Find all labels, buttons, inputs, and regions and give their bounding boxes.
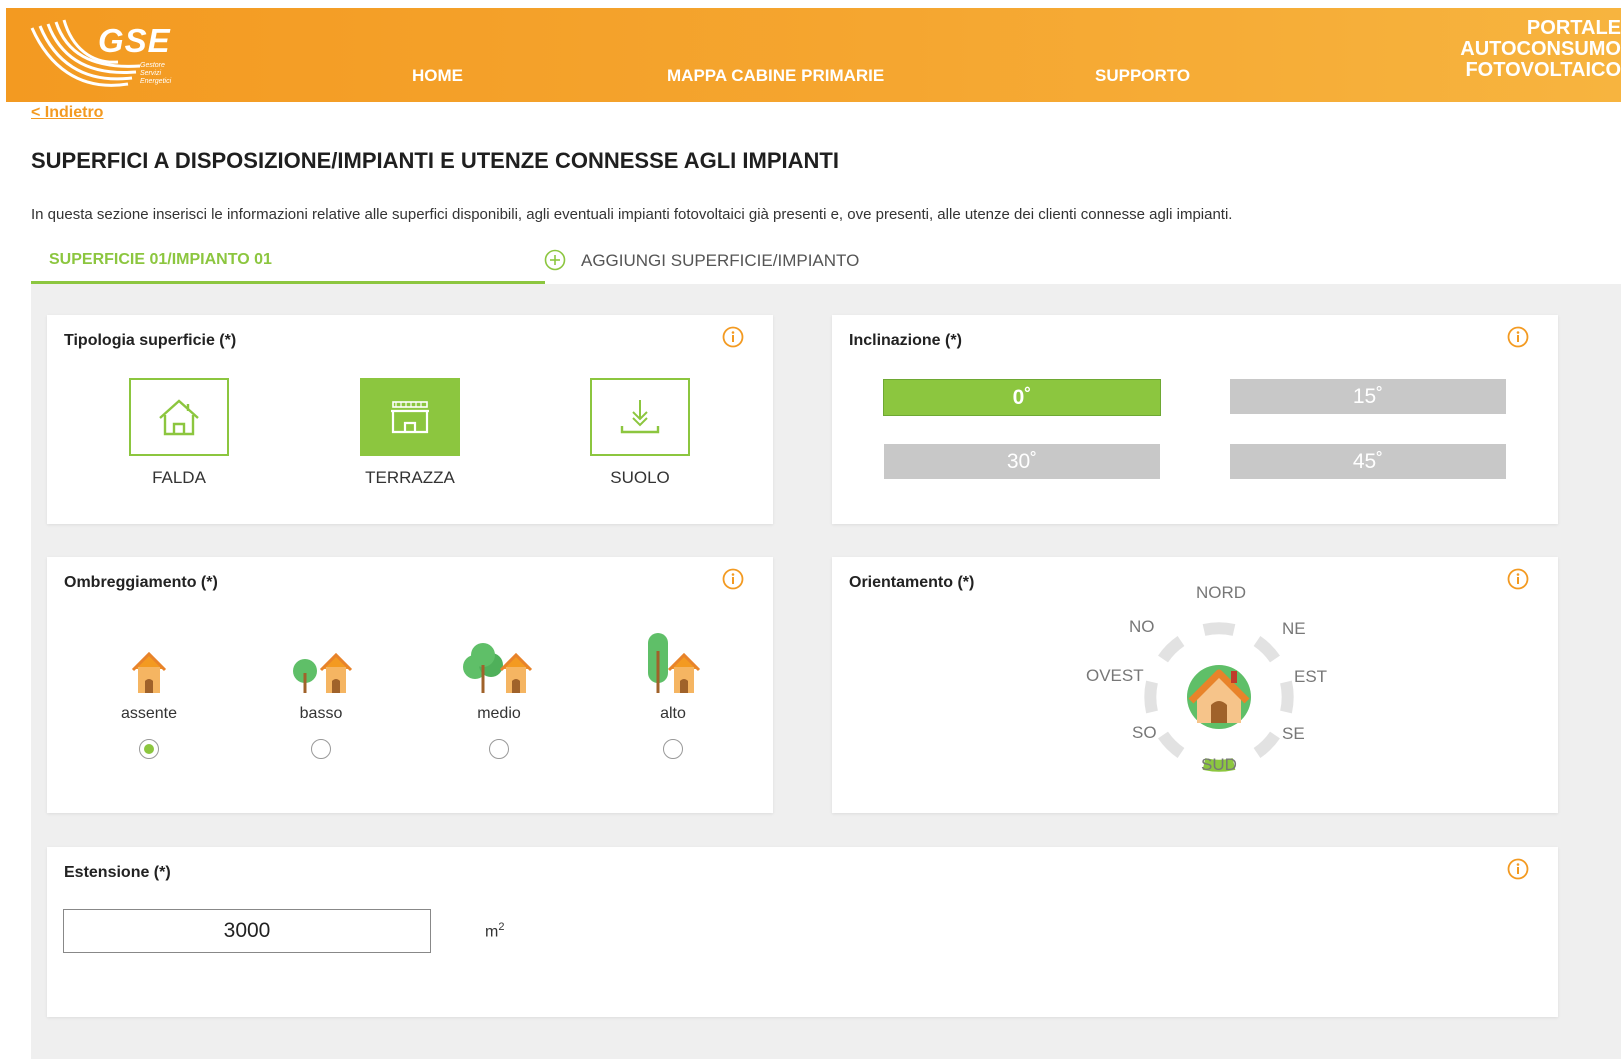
ground-download-icon bbox=[620, 400, 660, 434]
orient-se[interactable]: SE bbox=[1282, 724, 1305, 744]
gse-logo[interactable]: GSE Gestore Servizi Energetici bbox=[28, 14, 178, 96]
segment-no[interactable] bbox=[1158, 636, 1185, 663]
nav-mappa-cabine-primarie[interactable]: MAPPA CABINE PRIMARIE bbox=[667, 66, 884, 86]
info-icon[interactable] bbox=[1507, 858, 1529, 880]
tipologia-title: Tipologia superficie (*) bbox=[64, 332, 237, 349]
back-link[interactable]: < Indietro bbox=[31, 104, 103, 122]
form-content-area: Tipologia superficie (*) FALDA TERRAZZA … bbox=[31, 284, 1621, 1059]
alto-radio[interactable] bbox=[663, 739, 683, 759]
tall-tree-house-icon bbox=[648, 633, 701, 693]
house-roof-icon bbox=[159, 399, 199, 436]
suolo-box bbox=[590, 378, 690, 456]
assente-label: assente bbox=[120, 705, 178, 722]
segment-se[interactable] bbox=[1253, 731, 1280, 758]
nav-supporto[interactable]: SUPPORTO bbox=[1095, 66, 1190, 86]
tipologia-option-terrazza[interactable]: TERRAZZA bbox=[360, 378, 460, 488]
tipologia-option-falda[interactable]: FALDA bbox=[129, 378, 229, 488]
inclinazione-title: Inclinazione (*) bbox=[849, 332, 962, 349]
inclinazione-45[interactable]: 45˚ bbox=[1230, 444, 1506, 479]
inclinazione-card: Inclinazione (*) 0˚ 15˚ 30˚ 45˚ bbox=[832, 315, 1558, 524]
orient-no[interactable]: NO bbox=[1129, 617, 1155, 637]
falda-box bbox=[129, 378, 229, 456]
orient-est[interactable]: EST bbox=[1294, 667, 1327, 687]
terrazza-label: TERRAZZA bbox=[365, 468, 455, 487]
tipologia-card: Tipologia superficie (*) FALDA TERRAZZA … bbox=[47, 315, 773, 524]
orient-nord[interactable]: NORD bbox=[1196, 583, 1246, 603]
inclinazione-15[interactable]: 15˚ bbox=[1230, 379, 1506, 414]
ombreggiamento-option-basso[interactable]: basso bbox=[261, 631, 381, 759]
info-icon[interactable] bbox=[722, 568, 744, 590]
ombreggiamento-option-assente[interactable]: assente bbox=[89, 631, 209, 759]
ombreggiamento-option-medio[interactable]: medio bbox=[439, 631, 559, 759]
alto-label: alto bbox=[660, 705, 686, 722]
info-icon[interactable] bbox=[722, 326, 744, 348]
medio-radio[interactable] bbox=[489, 739, 509, 759]
tab-superficie-01-label: SUPERFICIE 01/IMPIANTO 01 bbox=[49, 251, 272, 268]
orient-ne[interactable]: NE bbox=[1282, 619, 1306, 639]
medium-tree-house-icon bbox=[463, 643, 533, 693]
estensione-input[interactable] bbox=[63, 909, 431, 953]
nav-home[interactable]: HOME bbox=[412, 66, 463, 86]
segment-so[interactable] bbox=[1158, 731, 1185, 758]
plus-circle-icon bbox=[544, 249, 566, 271]
medio-label: medio bbox=[477, 705, 521, 722]
falda-label: FALDA bbox=[152, 468, 206, 487]
orient-ovest[interactable]: OVEST bbox=[1086, 666, 1144, 686]
page-description: In questa sezione inserisci le informazi… bbox=[31, 206, 1233, 223]
tipologia-option-suolo[interactable]: SUOLO bbox=[590, 378, 690, 488]
segment-ovest[interactable] bbox=[1144, 680, 1158, 714]
terrace-building-icon bbox=[391, 401, 429, 434]
ombreggiamento-option-alto[interactable]: alto bbox=[613, 631, 733, 759]
tab-superficie-01[interactable]: SUPERFICIE 01/IMPIANTO 01 bbox=[31, 245, 545, 284]
orientamento-title: Orientamento (*) bbox=[849, 574, 975, 591]
segment-est[interactable] bbox=[1280, 680, 1294, 714]
page-title: SUPERFICI A DISPOSIZIONE/IMPIANTI E UTEN… bbox=[31, 148, 839, 173]
portal-title: PORTALE AUTOCONSUMO FOTOVOLTAICO bbox=[1460, 17, 1621, 81]
basso-radio[interactable] bbox=[311, 739, 331, 759]
estensione-unit: m2 bbox=[485, 921, 505, 941]
logo-text: GSE bbox=[98, 22, 171, 59]
suolo-label: SUOLO bbox=[610, 468, 670, 487]
assente-radio[interactable] bbox=[139, 739, 159, 759]
orient-sud[interactable]: SUD bbox=[1201, 755, 1237, 775]
orient-so[interactable]: SO bbox=[1132, 723, 1157, 743]
ombreggiamento-card: Ombreggiamento (*) assente basso medio a… bbox=[47, 557, 773, 813]
logo-subtitle: Gestore Servizi Energetici bbox=[140, 62, 172, 85]
estensione-title: Estensione (*) bbox=[64, 864, 171, 881]
info-icon[interactable] bbox=[1507, 568, 1529, 590]
ombreggiamento-title: Ombreggiamento (*) bbox=[64, 574, 218, 591]
small-tree-house-icon bbox=[293, 652, 353, 693]
top-header: GSE Gestore Servizi Energetici HOME MAPP… bbox=[6, 8, 1621, 102]
segment-ne[interactable] bbox=[1253, 636, 1280, 663]
estensione-card: Estensione (*) m2 bbox=[47, 847, 1558, 1017]
info-icon[interactable] bbox=[1507, 326, 1529, 348]
terrazza-box bbox=[360, 378, 460, 456]
house-icon bbox=[131, 651, 167, 693]
inclinazione-0[interactable]: 0˚ bbox=[883, 379, 1161, 416]
segment-nord[interactable] bbox=[1202, 622, 1236, 636]
tab-add-label: AGGIUNGI SUPERFICIE/IMPIANTO bbox=[581, 251, 860, 270]
basso-label: basso bbox=[299, 705, 343, 722]
inclinazione-30[interactable]: 30˚ bbox=[884, 444, 1160, 479]
orientamento-card: Orientamento (*) NORD NE EST SE SUD SO O… bbox=[832, 557, 1558, 813]
